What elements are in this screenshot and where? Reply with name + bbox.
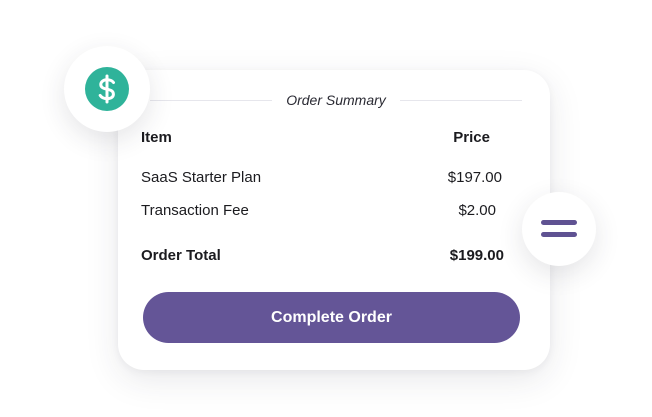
order-total-row: Order Total $199.00 — [141, 247, 504, 264]
table-header-row: Item Price — [141, 129, 504, 146]
line-item-row: Transaction Fee $2.00 — [141, 202, 504, 219]
line-item-row: SaaS Starter Plan $197.00 — [141, 169, 504, 186]
price-column-header: Price — [453, 129, 490, 146]
order-summary-title: Order Summary — [286, 92, 386, 108]
dollar-icon — [85, 67, 129, 111]
item-column-header: Item — [141, 129, 172, 146]
line-item-price: $197.00 — [447, 169, 502, 186]
order-total-label: Order Total — [141, 247, 221, 264]
line-item-price: $2.00 — [458, 202, 496, 219]
order-total-value: $199.00 — [449, 247, 504, 264]
line-item-name: Transaction Fee — [141, 202, 249, 219]
menu-icon — [541, 220, 577, 237]
header-rule-right — [399, 99, 523, 101]
line-item-name: SaaS Starter Plan — [141, 169, 262, 186]
complete-order-button[interactable]: Complete Order — [143, 292, 520, 343]
header-rule-left — [150, 99, 273, 101]
dollar-badge — [64, 46, 150, 132]
order-summary-header: Order Summary — [150, 89, 523, 111]
menu-badge[interactable] — [522, 192, 596, 266]
